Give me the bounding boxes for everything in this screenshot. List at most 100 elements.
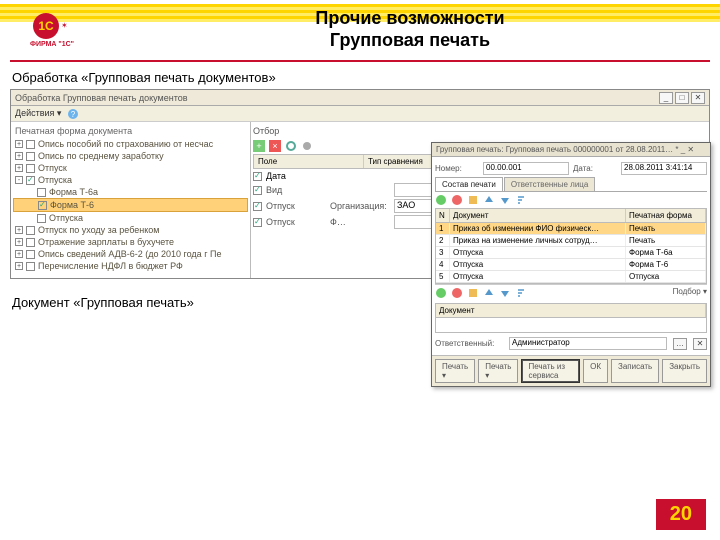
print-service-button[interactable]: Печать из сервиса bbox=[521, 359, 580, 383]
hint: Организация: bbox=[330, 201, 390, 211]
expand-icon[interactable]: + bbox=[15, 226, 23, 234]
title-line1: Прочие возможности bbox=[112, 8, 708, 30]
expand-icon[interactable]: + bbox=[15, 262, 23, 270]
checkbox[interactable] bbox=[37, 188, 46, 197]
up-icon[interactable] bbox=[483, 194, 495, 206]
tree-row[interactable]: -Отпуска bbox=[13, 174, 248, 186]
table-row[interactable]: 1Приказ об изменении ФИО физическ…Печать bbox=[436, 223, 706, 235]
table-row[interactable]: 3ОтпускаФорма Т-6а bbox=[436, 247, 706, 259]
save-button[interactable]: Записать bbox=[611, 359, 659, 383]
tree-row[interactable]: +Отпуск по уходу за ребенком bbox=[13, 224, 248, 236]
checkbox[interactable] bbox=[26, 152, 35, 161]
number-input[interactable]: 00.00.001 bbox=[483, 162, 569, 175]
checkbox[interactable] bbox=[253, 186, 262, 195]
close-button[interactable]: ✕ bbox=[691, 92, 705, 104]
delete-icon[interactable]: × bbox=[269, 140, 281, 152]
checkbox[interactable] bbox=[26, 164, 35, 173]
filter-field-label: Дата bbox=[266, 171, 286, 181]
expand-icon[interactable]: - bbox=[15, 176, 23, 184]
tree-row[interactable]: +Перечисление НДФЛ в бюджет РФ bbox=[13, 260, 248, 272]
tree-row[interactable]: + Опись сведений АДВ-6-2 (до 2010 года г … bbox=[13, 248, 248, 260]
tree-label: Форма Т-6а bbox=[49, 187, 98, 197]
sort-icon[interactable] bbox=[515, 287, 527, 299]
clear-button[interactable]: ✕ bbox=[693, 338, 707, 350]
tree-child[interactable]: Форма Т-6а bbox=[13, 186, 248, 198]
sort-icon[interactable] bbox=[515, 194, 527, 206]
tree-label: Опись сведений АДВ-6-2 (до 2010 года г П… bbox=[38, 249, 221, 259]
cell-n: 2 bbox=[436, 235, 450, 246]
tree-label: Опись пособий по страхованию от несчас bbox=[38, 139, 213, 149]
expand-icon[interactable]: + bbox=[15, 164, 23, 172]
responsible-input[interactable]: Администратор bbox=[509, 337, 667, 350]
lookup-button[interactable]: … bbox=[673, 338, 687, 350]
tree-row[interactable]: + Опись пособий по страхованию от несчас bbox=[13, 138, 248, 150]
up-icon[interactable] bbox=[483, 287, 495, 299]
tree-child[interactable]: Форма Т-6 bbox=[13, 198, 248, 212]
gear-icon[interactable] bbox=[301, 140, 313, 152]
dialog-title: Групповая печать: Групповая печать 00000… bbox=[432, 143, 710, 157]
pick-menu[interactable]: Подбор ▾ bbox=[673, 287, 707, 299]
cell-n: 3 bbox=[436, 247, 450, 258]
table-row[interactable]: 2Приказ на изменение личных сотруд…Печат… bbox=[436, 235, 706, 247]
tree-row[interactable]: + Отражение зарплаты в бухучете bbox=[13, 236, 248, 248]
checkbox[interactable] bbox=[26, 226, 35, 235]
hint: Ф… bbox=[330, 217, 390, 227]
date-input[interactable]: 28.08.2011 3:41:14 bbox=[621, 162, 707, 175]
col-n: N bbox=[436, 209, 450, 222]
cell-n: 4 bbox=[436, 259, 450, 270]
field-label: Вид bbox=[266, 185, 326, 195]
responsible-label: Ответственный: bbox=[435, 339, 505, 348]
filter-panel: Отбор + × Поле Тип сравнения Значение Да… bbox=[251, 122, 709, 278]
tree-label: Отражение зарплаты в бухучете bbox=[38, 237, 174, 247]
cell-doc: Отпуска bbox=[450, 247, 626, 258]
remove-icon[interactable] bbox=[451, 194, 463, 206]
expand-icon[interactable]: + bbox=[15, 152, 23, 160]
table-row[interactable]: 5ОтпускаОтпуска bbox=[436, 271, 706, 283]
help-icon[interactable]: ? bbox=[67, 108, 79, 120]
checkbox[interactable] bbox=[37, 214, 46, 223]
maximize-button[interactable]: □ bbox=[675, 92, 689, 104]
refresh-icon[interactable] bbox=[285, 140, 297, 152]
minimize-button[interactable]: _ bbox=[659, 92, 673, 104]
remove-icon[interactable] bbox=[451, 287, 463, 299]
expand-icon[interactable]: + bbox=[15, 238, 23, 246]
ok-button[interactable]: ОК bbox=[583, 359, 608, 383]
add-icon[interactable]: + bbox=[253, 140, 265, 152]
checkbox[interactable] bbox=[26, 238, 35, 247]
add-icon[interactable] bbox=[435, 287, 447, 299]
edit-icon[interactable] bbox=[467, 287, 479, 299]
page-title: Прочие возможности Групповая печать bbox=[112, 8, 708, 51]
print2-button[interactable]: Печать ▾ bbox=[478, 359, 518, 383]
add-icon[interactable] bbox=[435, 194, 447, 206]
tree-row[interactable]: +Опись по среднему заработку bbox=[13, 150, 248, 162]
tree-row[interactable]: +Отпуск bbox=[13, 162, 248, 174]
field-label: Отпуск bbox=[266, 217, 326, 227]
table-row[interactable]: 4ОтпускаФорма Т-6 bbox=[436, 259, 706, 271]
cell-doc: Отпуска bbox=[450, 259, 626, 270]
title-line2: Групповая печать bbox=[112, 30, 708, 52]
checkbox[interactable] bbox=[26, 250, 35, 259]
checkbox[interactable] bbox=[26, 176, 35, 185]
checkbox[interactable] bbox=[253, 218, 262, 227]
down-icon[interactable] bbox=[499, 287, 511, 299]
tab-contents[interactable]: Состав печати bbox=[435, 177, 503, 191]
tree-panel: Печатная форма документа +Опись пособий … bbox=[11, 122, 251, 278]
tree-child[interactable]: Отпуска bbox=[13, 212, 248, 224]
page-number: 20 bbox=[656, 499, 706, 530]
tab-responsible[interactable]: Ответственные лица bbox=[504, 177, 596, 191]
sun-icon: ✶ bbox=[61, 21, 71, 31]
cell-doc: Отпуска bbox=[450, 271, 626, 282]
expand-icon[interactable]: + bbox=[15, 250, 23, 258]
logo-badge: 1C bbox=[33, 13, 59, 39]
actions-menu[interactable]: Действия ▾ bbox=[15, 108, 61, 119]
down-icon[interactable] bbox=[499, 194, 511, 206]
close-button[interactable]: Закрыть bbox=[662, 359, 707, 383]
checkbox[interactable] bbox=[38, 201, 47, 210]
filter-check[interactable] bbox=[253, 172, 262, 181]
print-button[interactable]: Печать ▾ bbox=[435, 359, 475, 383]
checkbox[interactable] bbox=[26, 262, 35, 271]
checkbox[interactable] bbox=[253, 202, 262, 211]
edit-icon[interactable] bbox=[467, 194, 479, 206]
checkbox[interactable] bbox=[26, 140, 35, 149]
expand-icon[interactable]: + bbox=[15, 140, 23, 148]
